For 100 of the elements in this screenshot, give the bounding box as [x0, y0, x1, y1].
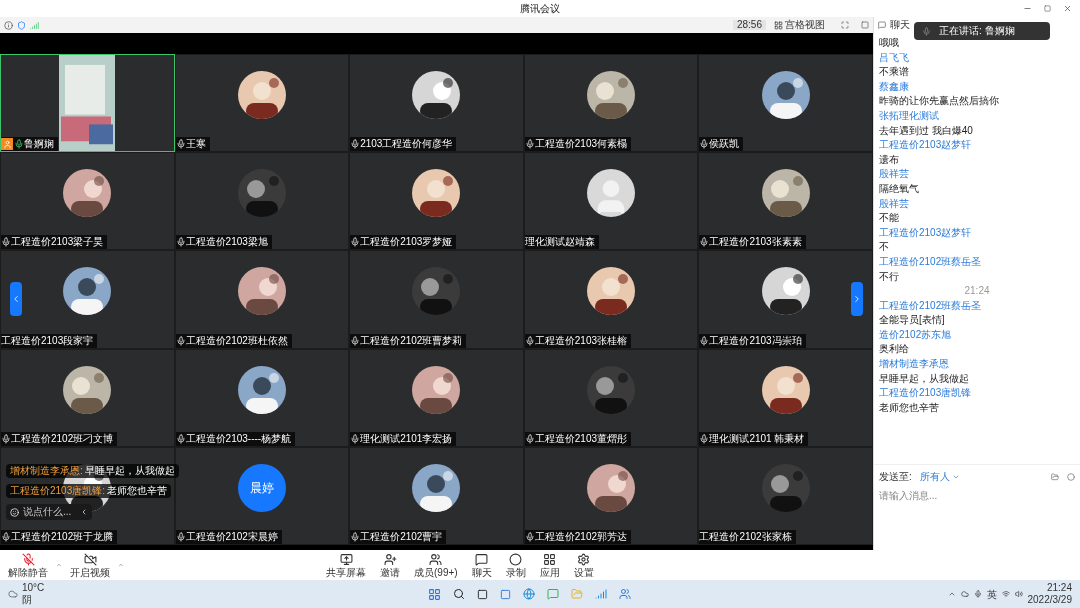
app-icon[interactable]	[595, 588, 607, 600]
mic-icon	[922, 26, 931, 36]
cloud-icon[interactable]	[960, 590, 969, 598]
microphone-icon[interactable]	[973, 590, 982, 598]
message-input[interactable]: 请输入消息...	[879, 488, 1075, 503]
participant-name: 工程造价2102张家栋	[699, 532, 792, 542]
participant-name: 侯跃凯	[709, 139, 740, 150]
chat-message: 早睡早起，从我做起	[879, 371, 969, 386]
chat-sender: 工程造价2103赵梦轩	[879, 225, 972, 240]
task-view-icon[interactable]	[477, 588, 488, 600]
chat-tab[interactable]: 聊天	[890, 20, 910, 30]
toolbar-button[interactable]: 录制	[501, 552, 530, 578]
participant-name: 工程造价2103----杨梦航	[185, 433, 292, 444]
info-icon[interactable]	[4, 20, 13, 30]
toolbar-button[interactable]: 设置	[569, 552, 598, 578]
participant-name: 工程造价2102郭芳达	[534, 532, 628, 542]
browser-icon[interactable]	[523, 588, 535, 600]
toolbar-button[interactable]: 共享屏幕	[322, 552, 370, 578]
chat-sender: 殷祥芸	[879, 167, 909, 182]
chat-icon	[878, 21, 886, 29]
chat-sender: 工程造价2102班蔡岳圣	[879, 254, 982, 269]
chat-message: 去年遇到过 我白爆40	[879, 123, 973, 138]
chat-sender: 殷祥芸	[879, 196, 909, 211]
chat-sender: 工程造价2103赵梦轩	[879, 138, 972, 153]
toolbar-button[interactable]: 聊天	[467, 552, 496, 578]
chat-message: 遗布	[879, 152, 899, 167]
send-to-label: 发送至:	[879, 470, 912, 484]
toolbar-button[interactable]: 解除静音	[4, 552, 52, 578]
fullscreen-icon[interactable]	[841, 21, 849, 29]
tray-caret-icon[interactable]	[947, 590, 956, 598]
toolbar-button[interactable]: 开启视频	[66, 552, 114, 578]
temperature: 10°C	[22, 582, 45, 594]
chat-message: 不能	[879, 211, 899, 226]
close-icon[interactable]	[1063, 4, 1072, 13]
volume-icon[interactable]	[1014, 590, 1023, 598]
chat-sender: 蔡鑫康	[879, 79, 909, 94]
clock-date[interactable]: 2022/3/29	[1027, 594, 1072, 606]
toolbar-button[interactable]: 成员(99+)	[410, 552, 462, 578]
next-page-button[interactable]	[851, 282, 863, 316]
chat-message: 老师您也辛苦	[107, 486, 168, 496]
clock-time[interactable]: 21:24	[1046, 582, 1072, 594]
toolbar-button[interactable]: 邀请	[376, 552, 404, 578]
chat-message: 哦哦	[879, 36, 899, 50]
window-title: 腾讯会议	[520, 3, 560, 14]
meeting-app-icon[interactable]	[619, 588, 631, 600]
collapse-icon[interactable]	[80, 508, 88, 516]
mic-icon	[699, 237, 710, 248]
shield-icon[interactable]	[17, 20, 26, 30]
mic-icon	[14, 139, 24, 150]
input-method[interactable]: 英	[986, 586, 997, 602]
mic-icon	[175, 139, 186, 150]
mic-icon	[524, 335, 535, 346]
mic-icon	[524, 532, 535, 542]
speaking-label: 正在讲话: 鲁婀娴	[939, 26, 1015, 36]
participant-name: 工程造价2102班于龙腾	[11, 532, 114, 542]
more-icon[interactable]	[1067, 472, 1075, 481]
mic-icon	[350, 532, 361, 542]
search-icon[interactable]	[453, 588, 465, 600]
chat-sender: 工程造价2102班蔡岳圣	[879, 298, 982, 313]
store-icon[interactable]	[500, 588, 511, 600]
chat-sender: 造价2102苏东旭	[879, 327, 952, 342]
file-icon[interactable]	[1051, 472, 1059, 481]
meeting-timer: 28:56	[732, 20, 766, 30]
layout-icon[interactable]	[861, 21, 869, 29]
participant-name: 工程造价2103何素榻	[534, 139, 628, 150]
view-button[interactable]: 宫格视图	[770, 20, 829, 30]
wifi-icon[interactable]	[1001, 590, 1010, 598]
toolbar-button[interactable]: 应用	[535, 552, 564, 578]
mic-icon	[350, 335, 361, 346]
caret-icon[interactable]	[56, 562, 62, 568]
mic-icon	[21, 552, 35, 566]
chat-message: 奥利给	[879, 342, 909, 357]
chat-message: 全能导员[表情]	[879, 313, 945, 328]
participant-name: 工程造价2103冯崇珀	[709, 335, 802, 346]
previous-page-button[interactable]	[10, 282, 22, 316]
chat-message: 昨骑的让你先赢点然后搞你	[879, 94, 999, 109]
mic-icon	[524, 433, 535, 444]
restore-icon[interactable]	[1044, 5, 1051, 12]
mic-icon	[524, 139, 535, 150]
emoji-icon[interactable]	[10, 507, 19, 517]
chat-message: 不乘谱	[879, 65, 909, 80]
participant-name: 工程造价2102班刁文博	[11, 433, 114, 444]
chat-sender: 吕飞飞	[879, 50, 909, 65]
participant-name: 工程造价2102班曹梦莉	[360, 335, 463, 346]
mic-icon	[350, 433, 361, 444]
chat-timestamp: 21:24	[964, 284, 990, 299]
participant-name: 鲁婀娴	[24, 139, 54, 150]
quick-chat-field[interactable]: 说点什么...	[23, 507, 80, 517]
mic-icon	[350, 139, 361, 150]
chat-app-icon[interactable]	[547, 588, 559, 600]
chevron-right-icon	[852, 294, 862, 304]
caret-icon[interactable]	[118, 562, 124, 568]
chat-sender: 工程造价2103唐凯锋:	[10, 486, 106, 496]
participant-name: 理化测试2101李宏扬	[360, 433, 453, 444]
mic-icon	[1, 433, 11, 444]
recipient-dropdown[interactable]: 所有人	[919, 469, 960, 484]
chat-message: 老师您也辛苦	[879, 400, 939, 415]
weather-icon	[8, 589, 18, 599]
start-icon[interactable]	[428, 587, 441, 601]
participant-name: 工程造价2103梁子昊	[11, 237, 104, 248]
